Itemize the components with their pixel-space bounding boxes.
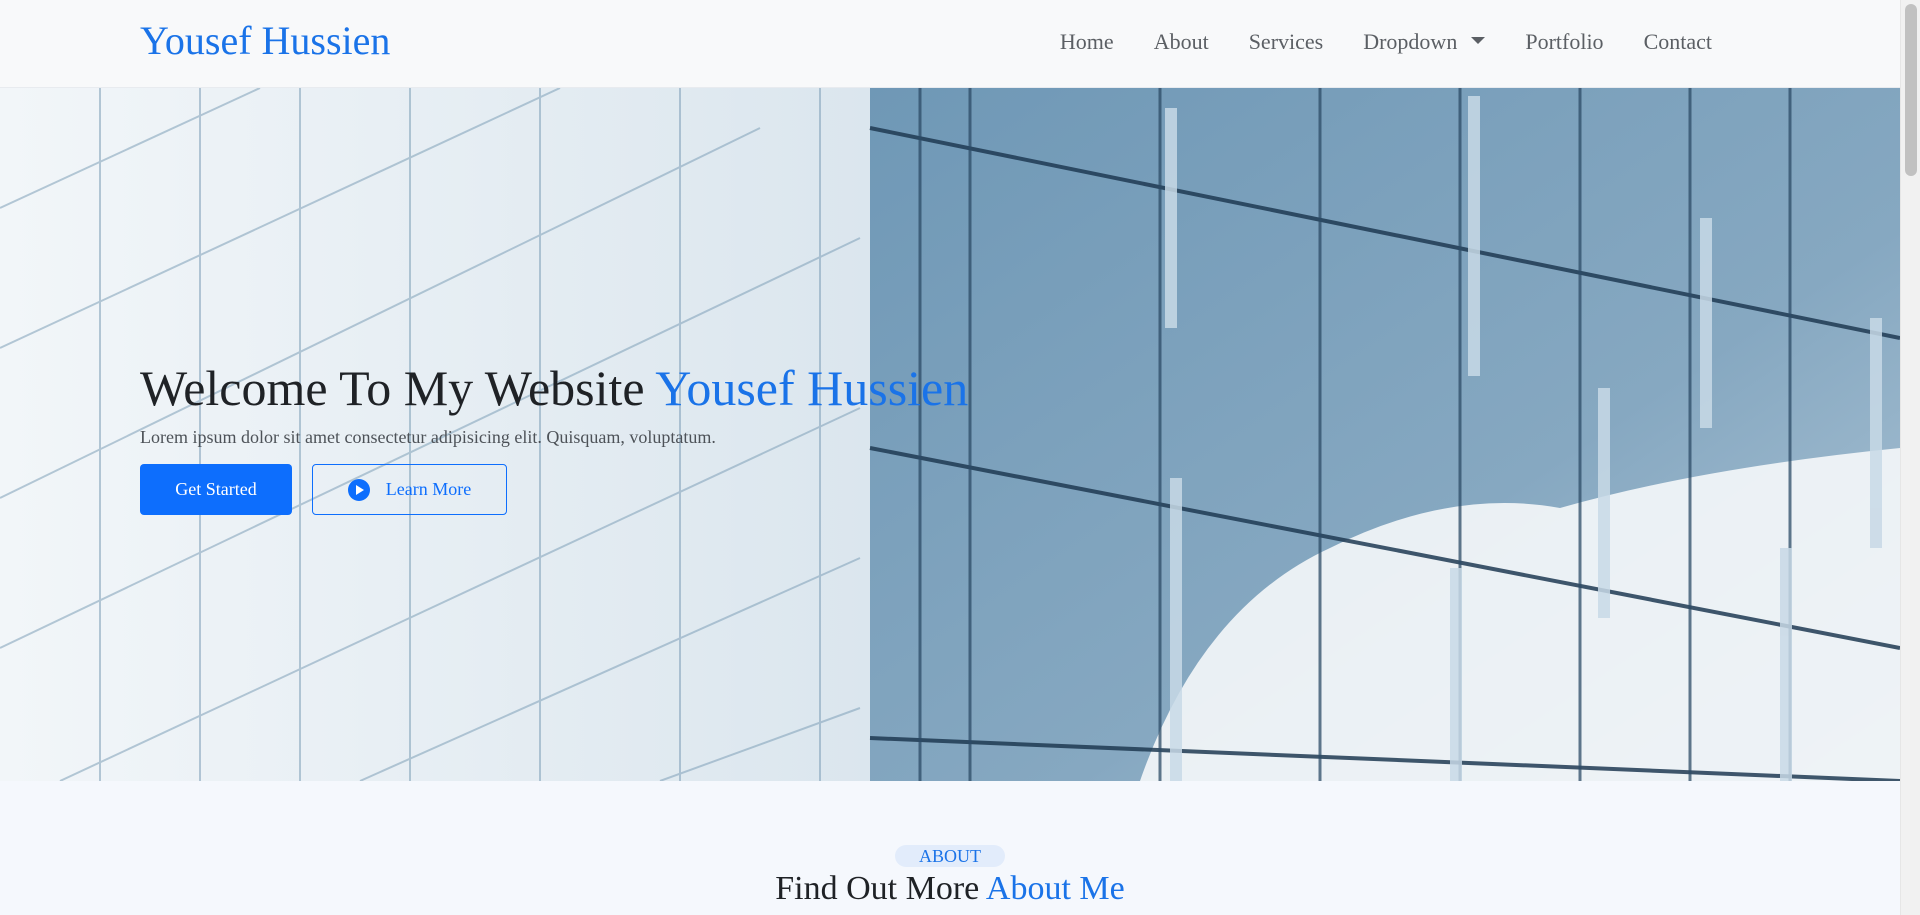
nav-item-label: Portfolio (1525, 29, 1604, 54)
about-badge: ABOUT (895, 845, 1005, 867)
hero-title-name: Yousef Hussien (655, 360, 969, 416)
learn-more-button[interactable]: Learn More (312, 464, 507, 515)
about-title-prefix: Find Out More (775, 870, 980, 907)
nav-item-label: About (1153, 29, 1209, 54)
play-circle-icon (347, 478, 370, 501)
nav-item-home[interactable]: Home (1040, 29, 1134, 55)
hero-section: Welcome To My Website Yousef Hussien Lor… (0, 88, 1900, 781)
about-section: ABOUT Find Out More About Me (0, 781, 1900, 915)
nav-item-label: Dropdown (1363, 29, 1458, 54)
nav-item-label: Contact (1643, 29, 1712, 54)
nav-item-label: Home (1059, 29, 1114, 54)
nav-item-about[interactable]: About (1134, 29, 1229, 55)
scrollbar-thumb[interactable] (1905, 4, 1917, 176)
hero-title: Welcome To My Website Yousef Hussien (140, 358, 968, 418)
about-title: Find Out More About Me (0, 865, 1900, 913)
caret-down-icon (1471, 36, 1486, 44)
hero-title-prefix: Welcome To My Website (140, 360, 645, 416)
hero-buttons: Get Started Learn More (140, 464, 968, 515)
hero-content: Welcome To My Website Yousef Hussien Lor… (140, 358, 968, 515)
hero-subtitle: Lorem ipsum dolor sit amet consectetur a… (140, 427, 716, 447)
get-started-button[interactable]: Get Started (140, 464, 292, 515)
navbar: Yousef Hussien Home About Services Dropd… (0, 0, 1900, 88)
nav-item-label: Services (1248, 29, 1324, 54)
page-scrollbar[interactable] (1900, 0, 1920, 915)
nav-item-contact[interactable]: Contact (1624, 29, 1732, 55)
nav-item-services[interactable]: Services (1229, 29, 1344, 55)
nav-item-dropdown[interactable]: Dropdown (1343, 29, 1505, 55)
about-title-accent: About Me (985, 870, 1125, 907)
nav-menu: Home About Services Dropdown Portfolio C… (1040, 0, 1732, 84)
brand-logo-link[interactable]: Yousef Hussien (140, 18, 390, 64)
learn-more-label: Learn More (385, 479, 472, 499)
nav-item-portfolio[interactable]: Portfolio (1505, 29, 1623, 55)
